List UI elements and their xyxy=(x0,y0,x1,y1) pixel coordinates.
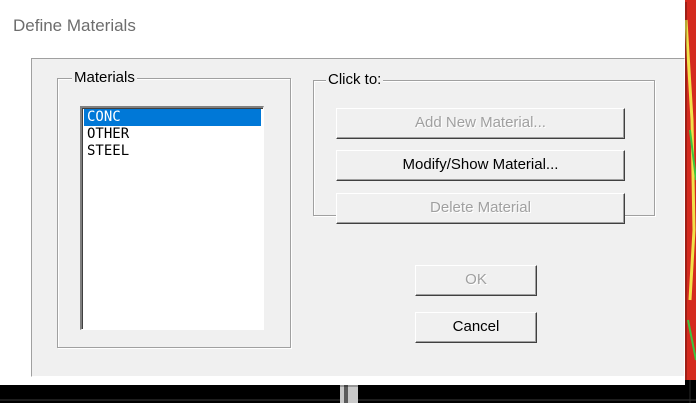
dialog-title: Define Materials xyxy=(13,16,136,35)
add-new-material-button[interactable]: Add New Material... xyxy=(336,108,625,139)
materials-group: Materials CONC OTHER STEEL xyxy=(57,70,291,348)
material-list-item-other[interactable]: OTHER xyxy=(84,126,261,143)
material-list-item-conc[interactable]: CONC xyxy=(84,109,261,126)
define-materials-dialog: Define Materials Materials CONC OTHER ST… xyxy=(0,0,685,385)
ok-button[interactable]: OK xyxy=(415,265,537,296)
material-list-item-steel[interactable]: STEEL xyxy=(84,143,261,160)
actions-group: Click to: Add New Material... Modify/Sho… xyxy=(313,72,655,224)
modify-show-material-button[interactable]: Modify/Show Material... xyxy=(336,150,625,181)
actions-group-label: Click to: xyxy=(326,71,384,88)
delete-material-button[interactable]: Delete Material xyxy=(336,193,625,224)
materials-group-label: Materials xyxy=(72,69,137,86)
materials-listbox[interactable]: CONC OTHER STEEL xyxy=(80,106,264,330)
cancel-button[interactable]: Cancel xyxy=(415,312,537,343)
dialog-titlebar[interactable]: Define Materials xyxy=(0,0,685,52)
